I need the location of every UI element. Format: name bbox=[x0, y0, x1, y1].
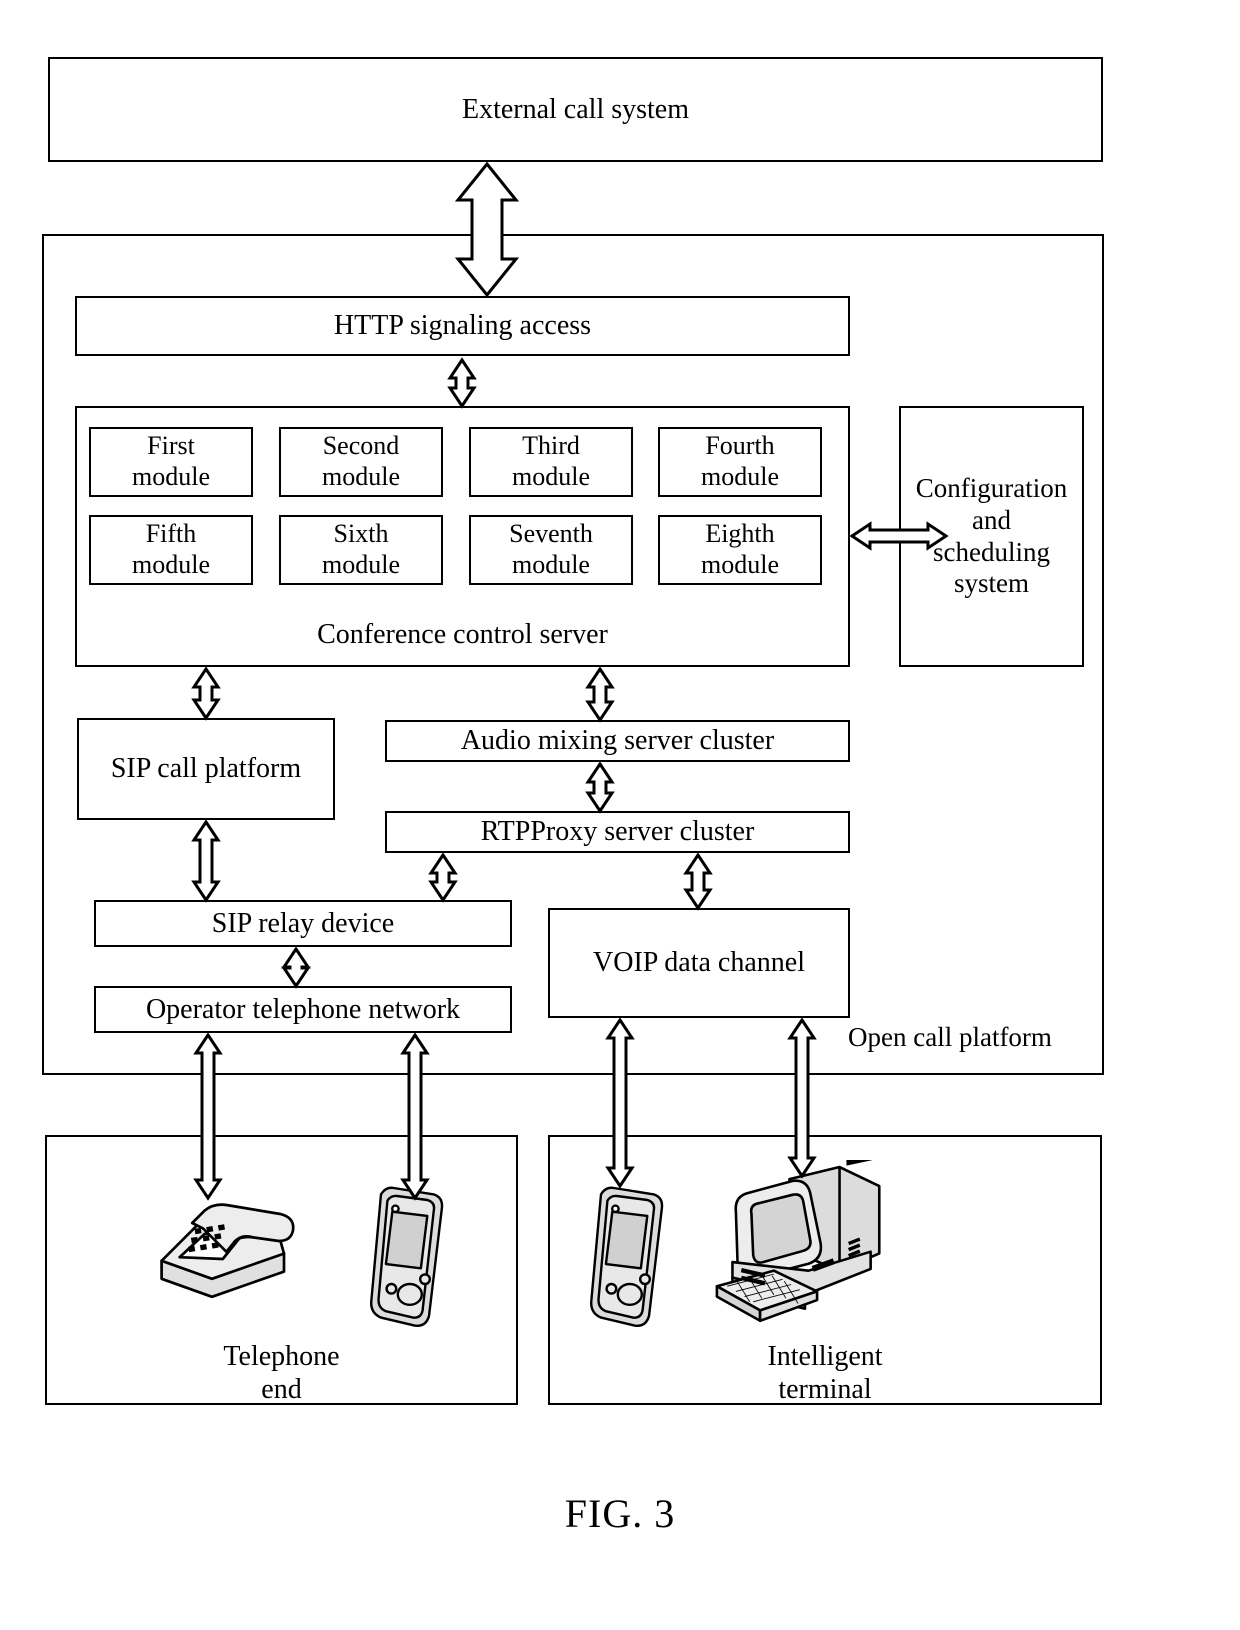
module-fourth: Fourth module bbox=[658, 427, 822, 497]
sip-relay-device-label: SIP relay device bbox=[211, 907, 395, 939]
http-signaling-access-label: HTTP signaling access bbox=[333, 310, 592, 342]
configuration-scheduling-system-label: Configuration and scheduling system bbox=[915, 472, 1068, 599]
figure-page: External call system Open call platform … bbox=[0, 0, 1240, 1630]
audio-mixing-server-cluster-box: Audio mixing server cluster bbox=[385, 720, 850, 762]
module-second-label: Second module bbox=[322, 431, 400, 491]
module-fifth-label: Fifth module bbox=[132, 519, 210, 579]
audio-mixing-server-cluster-label: Audio mixing server cluster bbox=[460, 725, 775, 757]
voip-data-channel-label: VOIP data channel bbox=[593, 947, 805, 979]
module-eighth-label: Eighth module bbox=[701, 519, 779, 579]
module-sixth: Sixth module bbox=[279, 515, 443, 585]
external-call-system-box: External call system bbox=[48, 57, 1103, 162]
module-third-label: Third module bbox=[512, 431, 590, 491]
telephone-end-label: Telephone end bbox=[223, 1341, 340, 1406]
module-seventh: Seventh module bbox=[469, 515, 633, 585]
module-first-label: First module bbox=[132, 431, 210, 491]
operator-telephone-network-label: Operator telephone network bbox=[145, 993, 461, 1025]
module-eighth: Eighth module bbox=[658, 515, 822, 585]
voip-data-channel-box: VOIP data channel bbox=[548, 908, 850, 1018]
sip-call-platform-box: SIP call platform bbox=[77, 718, 335, 820]
external-call-system-label: External call system bbox=[461, 93, 690, 125]
rtpproxy-server-cluster-label: RTPProxy server cluster bbox=[480, 816, 755, 848]
rtpproxy-server-cluster-box: RTPProxy server cluster bbox=[385, 811, 850, 853]
intelligent-terminal-label: Intelligent terminal bbox=[767, 1341, 883, 1406]
configuration-scheduling-system-box: Configuration and scheduling system bbox=[899, 406, 1084, 667]
module-third: Third module bbox=[469, 427, 633, 497]
module-fifth: Fifth module bbox=[89, 515, 253, 585]
conference-control-server-label: Conference control server bbox=[317, 619, 608, 650]
http-signaling-access-box: HTTP signaling access bbox=[75, 296, 850, 356]
operator-telephone-network-box: Operator telephone network bbox=[94, 986, 512, 1033]
module-seventh-label: Seventh module bbox=[509, 519, 593, 579]
module-first: First module bbox=[89, 427, 253, 497]
module-second: Second module bbox=[279, 427, 443, 497]
module-fourth-label: Fourth module bbox=[701, 431, 779, 491]
open-call-platform-label: Open call platform bbox=[848, 1022, 1052, 1052]
module-sixth-label: Sixth module bbox=[322, 519, 400, 579]
sip-relay-device-box: SIP relay device bbox=[94, 900, 512, 947]
sip-call-platform-label: SIP call platform bbox=[110, 753, 302, 785]
figure-caption: FIG. 3 bbox=[564, 1491, 676, 1536]
